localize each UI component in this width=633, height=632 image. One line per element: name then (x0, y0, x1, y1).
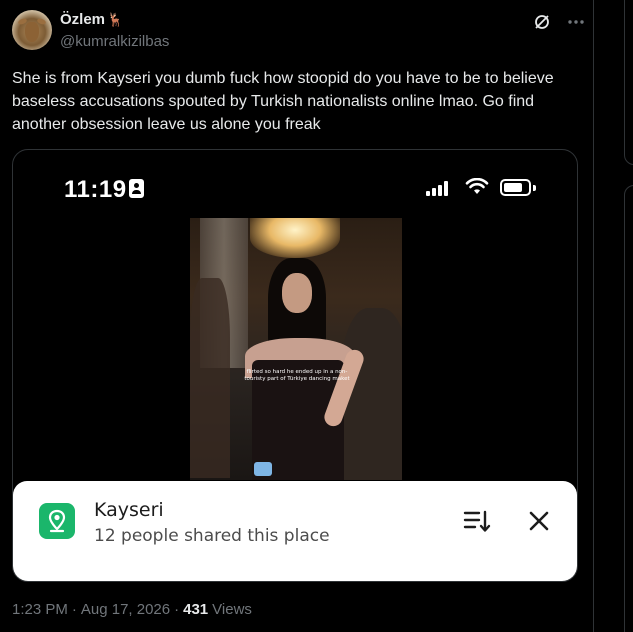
author-display-name[interactable]: Özlem (60, 11, 105, 28)
place-name: Kayseri (94, 499, 164, 521)
sort-icon[interactable] (463, 509, 491, 533)
place-card[interactable]: Kayseri 12 people shared this place (13, 481, 577, 581)
grok-icon[interactable] (532, 12, 552, 32)
tweet-date[interactable]: Aug 17, 2026 (81, 601, 170, 618)
deer-emoji-icon: 🦌 (107, 11, 124, 27)
author-name-row[interactable]: Özlem 🦌 (60, 11, 123, 28)
contact-card-icon (129, 179, 144, 198)
wifi-icon (465, 177, 489, 201)
video-person-left (190, 278, 230, 478)
avatar[interactable] (12, 10, 52, 50)
sidebar-card-top (624, 0, 633, 165)
author-handle[interactable]: @kumralkizilbas (60, 33, 169, 50)
views-label: Views (212, 601, 252, 618)
status-bar-time: 11:19 (64, 176, 127, 203)
avatar-deer-head (25, 22, 39, 42)
video-thumbnail[interactable]: flirted so hard he ended up in a non-tou… (190, 218, 402, 480)
more-icon[interactable] (566, 12, 586, 32)
meta-separator-2: · (174, 601, 180, 618)
avatar-deer-ear-right (36, 17, 47, 26)
video-phone-screen (254, 462, 272, 476)
battery-nub (533, 185, 536, 191)
sidebar-card-bottom (624, 185, 633, 632)
cellular-signal-icon (426, 181, 448, 196)
tweet-media[interactable]: 11:19 flirted so hard he ended up in a n… (12, 149, 578, 582)
tweet-text: She is from Kayseri you dumb fuck how st… (12, 70, 554, 133)
battery-level (504, 183, 522, 192)
close-icon[interactable] (528, 510, 550, 532)
video-caption: flirted so hard he ended up in a non-tou… (244, 369, 350, 382)
tweet-meta: 1:23 PM · Aug 17, 2026 · 431 Views (12, 601, 252, 618)
views-count: 431 (183, 601, 209, 618)
meta-separator: · (71, 601, 77, 618)
tweet-actions-top (532, 12, 586, 32)
column-divider (593, 0, 594, 632)
place-subtitle: 12 people shared this place (94, 526, 330, 546)
battery-icon (500, 179, 536, 196)
video-woman-face (282, 273, 312, 313)
video-chandelier (250, 218, 340, 258)
map-pin-icon (39, 503, 75, 539)
tweet-time[interactable]: 1:23 PM (12, 601, 68, 618)
